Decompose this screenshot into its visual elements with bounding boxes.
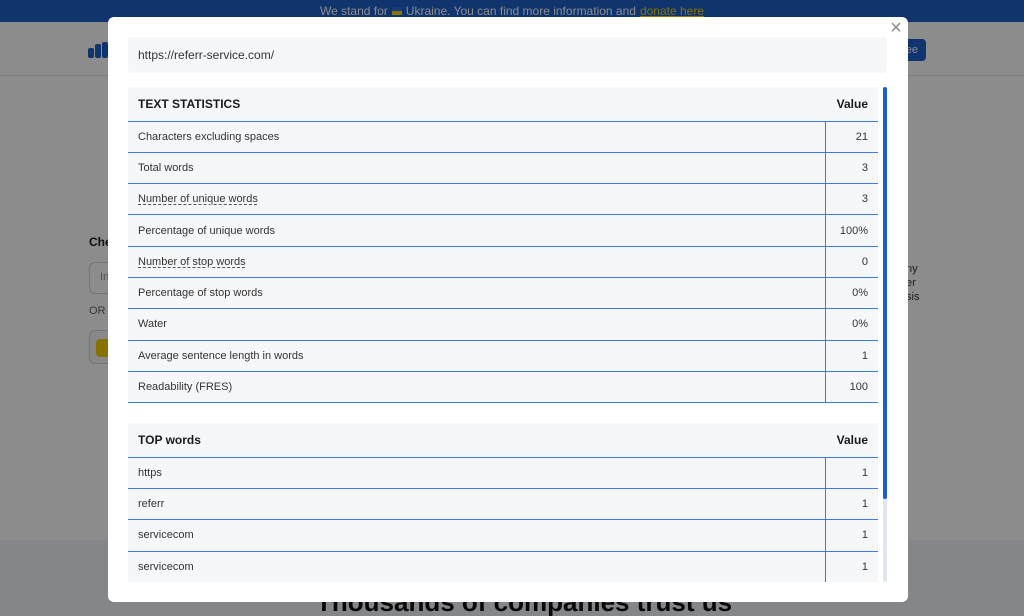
row-label: Percentage of stop words (138, 287, 263, 300)
row-value: 1 (824, 457, 878, 489)
row-label: servicecom (138, 529, 194, 542)
row-label: Characters excluding spaces (138, 130, 280, 143)
table-row: Total words 3 (128, 152, 878, 185)
table-row: Characters excluding spaces 21 (128, 121, 878, 153)
row-value: 1 (824, 551, 878, 582)
row-value: 21 (824, 121, 878, 153)
table-row: referr 1 (128, 488, 878, 521)
scrollbar-thumb[interactable] (883, 87, 887, 499)
table-row: Percentage of unique words 100% (128, 214, 878, 247)
row-label[interactable]: Number of unique words (138, 193, 258, 205)
row-label: Readability (FRES) (138, 381, 233, 394)
top-words-heading: TOP words (128, 423, 825, 458)
row-value: 100 (824, 371, 878, 404)
row-label: Average sentence length in words (138, 349, 304, 362)
row-label: Total words (138, 161, 194, 174)
row-value: 1 (824, 488, 878, 521)
modal-scrollbar[interactable] (883, 87, 887, 582)
table-row: Percentage of stop words 0% (128, 277, 878, 310)
row-value: 1 (824, 519, 878, 552)
table-row: Number of unique words 3 (128, 183, 878, 216)
table-row: Water 0% (128, 308, 878, 341)
row-value: 0% (824, 308, 878, 341)
table-row: servicecom 1 (128, 519, 878, 552)
text-statistics-table: TEXT STATISTICS Value Characters excludi… (128, 87, 878, 404)
row-label: Water (138, 318, 167, 331)
row-label: referr (138, 498, 165, 511)
row-value: 100% (824, 214, 878, 247)
modal-scroll-area[interactable]: TEXT STATISTICS Value Characters excludi… (128, 87, 878, 582)
table-row: Average sentence length in words 1 (128, 340, 878, 372)
row-label: servicecom (138, 560, 194, 573)
table-row: Number of stop words 0 (128, 246, 878, 278)
row-label: https (138, 466, 162, 479)
row-label: Percentage of unique words (138, 224, 275, 237)
analyzed-url: https://referr-service.com/ (128, 37, 887, 73)
row-value: 3 (824, 152, 878, 185)
statistics-modal: × https://referr-service.com/ TEXT STATI… (108, 17, 908, 602)
row-label[interactable]: Number of stop words (138, 256, 246, 268)
table-row: servicecom 1 (128, 551, 878, 582)
row-value: 1 (824, 340, 878, 372)
value-heading: Value (825, 423, 878, 458)
value-heading: Value (825, 87, 878, 122)
close-icon[interactable]: × (888, 18, 904, 38)
row-value: 3 (824, 183, 878, 216)
table-row: Readability (FRES) 100 (128, 371, 878, 404)
row-value: 0% (824, 277, 878, 310)
text-statistics-heading: TEXT STATISTICS (128, 87, 825, 122)
table-row: https 1 (128, 457, 878, 489)
row-value: 0 (824, 246, 878, 278)
top-words-table: TOP words Value https 1 referr 1 servicecom 1… (128, 423, 878, 582)
